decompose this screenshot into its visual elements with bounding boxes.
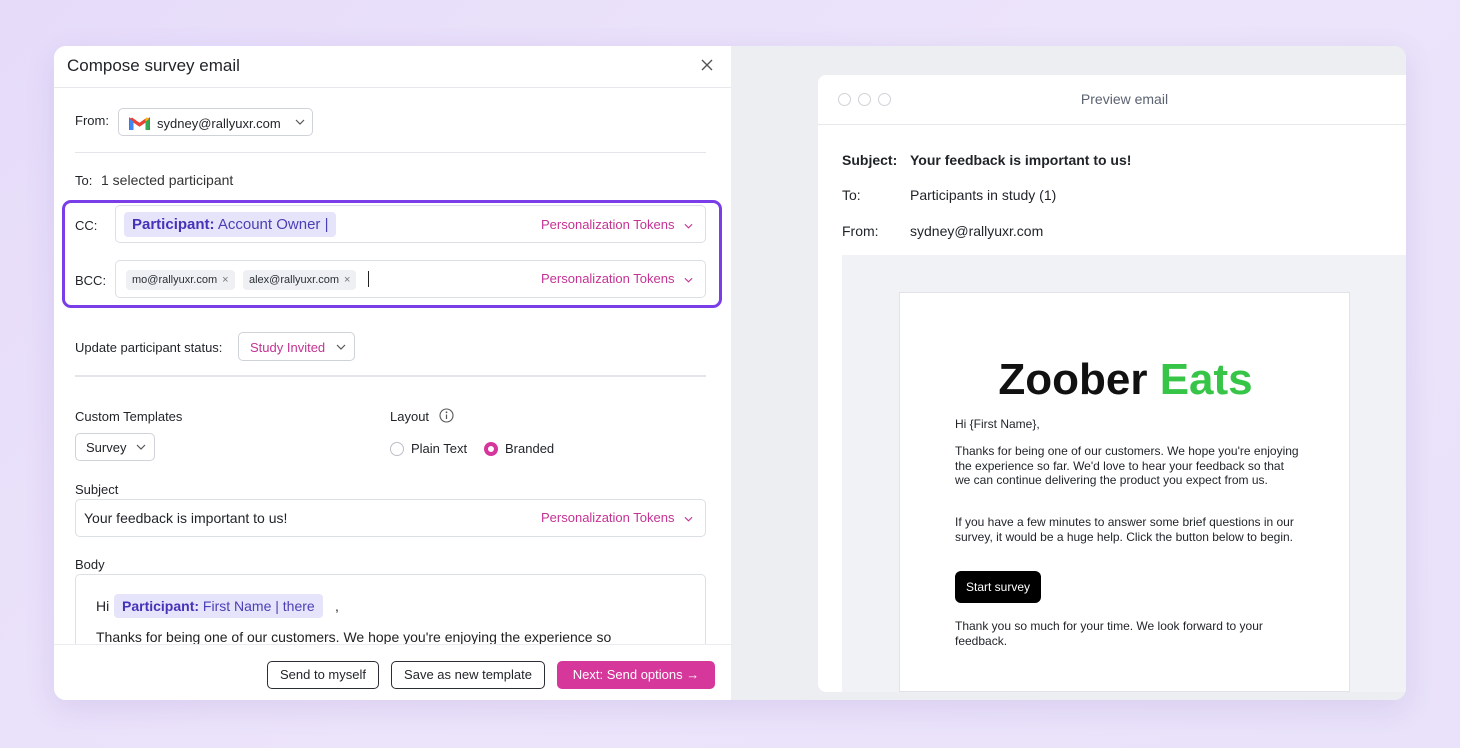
template-value: Survey [86, 440, 127, 455]
divider [75, 152, 706, 153]
body-label: Body [75, 557, 105, 572]
cc-personalization-tokens[interactable]: Personalization Tokens [541, 217, 693, 232]
preview-panel: Preview email Subject: Your feedback is … [731, 46, 1406, 700]
plain-text-label: Plain Text [411, 441, 468, 456]
modal-footer: Send to myself Save as new template Next… [54, 644, 731, 700]
cc-token-cursor: | [324, 216, 329, 233]
bcc-personalization-tokens[interactable]: Personalization Tokens [541, 271, 693, 286]
logo-main: Zoober [998, 355, 1148, 404]
divider [75, 375, 706, 377]
save-template-button[interactable]: Save as new template [391, 661, 545, 689]
bcc-label: BCC: [75, 273, 107, 288]
template-select[interactable]: Survey [75, 433, 155, 461]
cc-field[interactable]: Participant: Account Owner | Personaliza… [115, 205, 706, 243]
preview-from-label: From: [842, 223, 879, 239]
email-body: Zoober Eats Hi {First Name}, Thanks for … [899, 292, 1350, 692]
bcc-chip: alex@rallyuxr.com × [243, 270, 357, 290]
status-label: Update participant status: [75, 340, 223, 355]
preview-window: Preview email Subject: Your feedback is … [818, 75, 1406, 692]
body-text: Thanks for being one of our customers. W… [96, 629, 612, 645]
bcc-field[interactable]: mo@rallyuxr.com × alex@rallyuxr.com × Pers… [115, 260, 706, 298]
remove-chip-icon[interactable]: × [344, 274, 350, 286]
to-value: 1 selected participant [101, 172, 234, 188]
cc-token-prefix: Participant: [132, 216, 215, 233]
chevron-down-icon [684, 516, 693, 522]
text-cursor [368, 271, 369, 287]
preview-titlebar: Preview email [818, 75, 1406, 125]
preview-title: Preview email [1080, 91, 1169, 107]
from-value: sydney@rallyuxr.com [157, 116, 281, 131]
modal-header: Compose survey email [54, 46, 731, 88]
preview-subject-value: Your feedback is important to us! [910, 152, 1132, 168]
layout-label: Layout [390, 409, 430, 424]
body-token-chip[interactable]: Participant: First Name | there [114, 594, 323, 618]
bcc-chip-email: mo@rallyuxr.com [132, 274, 218, 286]
chevron-down-icon [295, 119, 305, 125]
from-label: From: [75, 113, 109, 128]
chevron-down-icon [336, 344, 346, 350]
cc-label: CC: [75, 218, 98, 233]
subject-label: Subject [75, 482, 119, 497]
logo-accent: Eats [1159, 355, 1253, 404]
email-paragraph: Thank you so much for your time. We look… [955, 619, 1263, 648]
plain-text-radio[interactable] [390, 442, 404, 456]
email-preview-frame: Zoober Eats Hi {First Name}, Thanks for … [842, 255, 1406, 692]
cc-token-chip[interactable]: Participant: Account Owner | [124, 212, 337, 237]
chevron-down-icon [684, 223, 693, 229]
cc-tokens-label: Personalization Tokens [541, 217, 675, 232]
brand-logo: Zoober Eats [900, 355, 1351, 405]
status-value: Study Invited [250, 340, 326, 355]
email-greeting: Hi {First Name}, [955, 417, 1040, 431]
bcc-tokens-label: Personalization Tokens [541, 271, 675, 286]
body-comma: , [335, 598, 339, 614]
bcc-chip-email: alex@rallyuxr.com [249, 274, 340, 286]
body-token-value: First Name | there [202, 598, 315, 614]
chevron-down-icon [136, 444, 146, 450]
branded-radio[interactable] [484, 442, 498, 456]
bcc-chip: mo@rallyuxr.com × [126, 270, 235, 290]
email-paragraph: If you have a few minutes to answer some… [955, 515, 1294, 544]
subject-personalization-tokens[interactable]: Personalization Tokens [541, 510, 693, 525]
to-label: To: [75, 173, 93, 188]
subject-value: Your feedback is important to us! [84, 510, 288, 526]
info-icon[interactable] [439, 408, 454, 423]
cc-token-value: Account Owner [217, 216, 321, 233]
send-to-myself-button[interactable]: Send to myself [267, 661, 379, 689]
status-select[interactable]: Study Invited [238, 332, 355, 361]
gmail-icon [129, 117, 150, 130]
templates-label: Custom Templates [75, 409, 183, 424]
start-survey-button[interactable]: Start survey [955, 571, 1041, 603]
preview-to-value: Participants in study (1) [910, 187, 1057, 203]
compose-modal: Compose survey email From: sydney@rallyu… [54, 46, 1406, 700]
branded-label: Branded [505, 441, 555, 456]
compose-panel: Compose survey email From: sydney@rallyu… [54, 46, 731, 700]
close-icon[interactable] [700, 58, 714, 72]
preview-subject-label: Subject: [842, 152, 898, 168]
preview-from-value: sydney@rallyuxr.com [910, 223, 1044, 239]
body-editor[interactable]: Hi Participant: First Name | there , Tha… [75, 574, 706, 654]
next-send-options-button[interactable]: Next: Send options → [557, 661, 715, 689]
subject-input[interactable]: Your feedback is important to us! Person… [75, 499, 706, 537]
from-select[interactable]: sydney@rallyuxr.com [118, 108, 313, 136]
chevron-down-icon [684, 277, 693, 283]
modal-title: Compose survey email [67, 56, 240, 75]
body-greeting: Hi [96, 598, 110, 614]
preview-to-label: To: [842, 187, 861, 203]
subject-tokens-label: Personalization Tokens [541, 510, 675, 525]
body-token-prefix: Participant: [122, 598, 200, 614]
email-paragraph: Thanks for being one of our customers. W… [955, 444, 1299, 487]
remove-chip-icon[interactable]: × [222, 274, 228, 286]
